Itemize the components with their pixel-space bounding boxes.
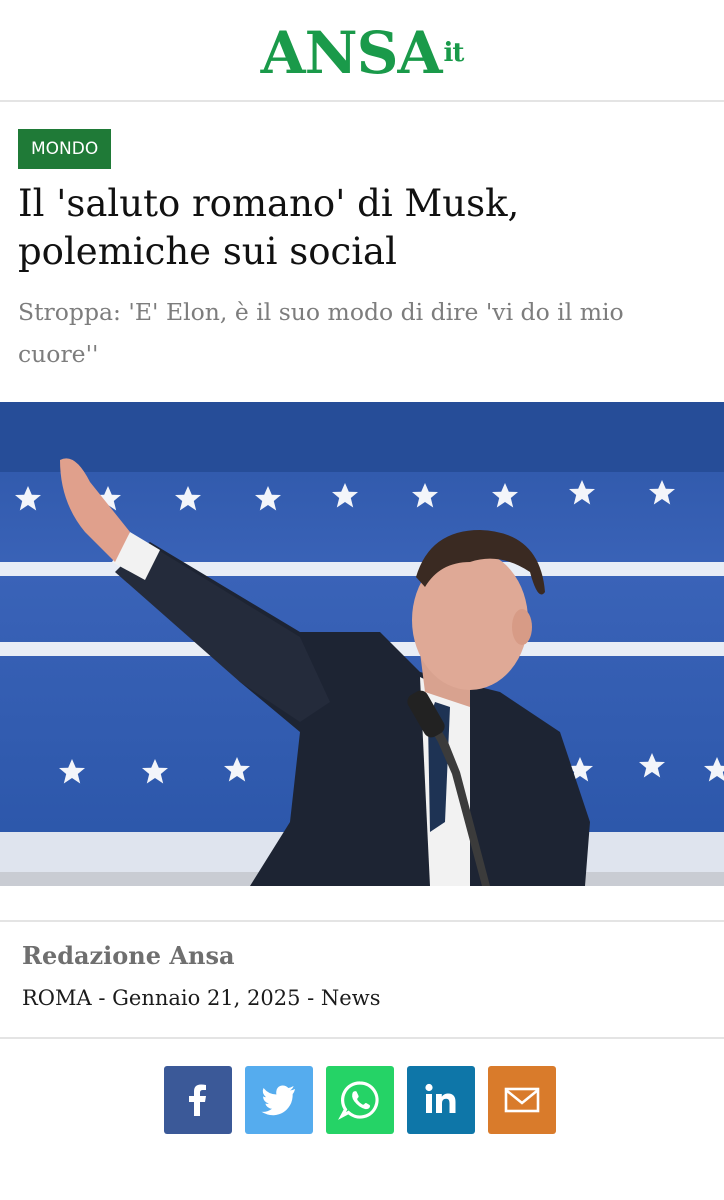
linkedin-icon	[425, 1083, 456, 1113]
linkedin-share-button[interactable]	[407, 1066, 475, 1134]
logo-text: ANSA	[260, 19, 443, 87]
email-icon	[504, 1087, 540, 1113]
ansa-logo[interactable]: ANSA it	[260, 19, 465, 87]
facebook-share-button[interactable]	[164, 1066, 232, 1134]
author-name[interactable]: Redazione Ansa	[22, 941, 235, 970]
twitter-share-button[interactable]	[245, 1066, 313, 1134]
facebook-icon	[189, 1084, 206, 1116]
byline-section: Redazione Ansa ROMA - Gennaio 21, 2025 -…	[0, 920, 724, 1039]
logo-suffix: it	[443, 38, 465, 68]
article-subtitle: Stroppa: 'E' Elon, è il suo modo di dire…	[18, 298, 624, 368]
article-meta: ROMA - Gennaio 21, 2025 - News	[22, 986, 381, 1010]
whatsapp-share-button[interactable]	[326, 1066, 394, 1134]
site-header: ANSA it	[0, 0, 724, 102]
email-share-button[interactable]	[488, 1066, 556, 1134]
category-badge[interactable]: MONDO	[18, 129, 112, 169]
twitter-icon	[261, 1085, 295, 1116]
whatsapp-icon	[338, 1081, 379, 1120]
article-headline: Il 'saluto romano' di Musk, polemiche su…	[18, 182, 520, 273]
article-hero-image	[0, 402, 724, 886]
hero-photo	[0, 402, 724, 886]
share-bar	[164, 1066, 556, 1134]
